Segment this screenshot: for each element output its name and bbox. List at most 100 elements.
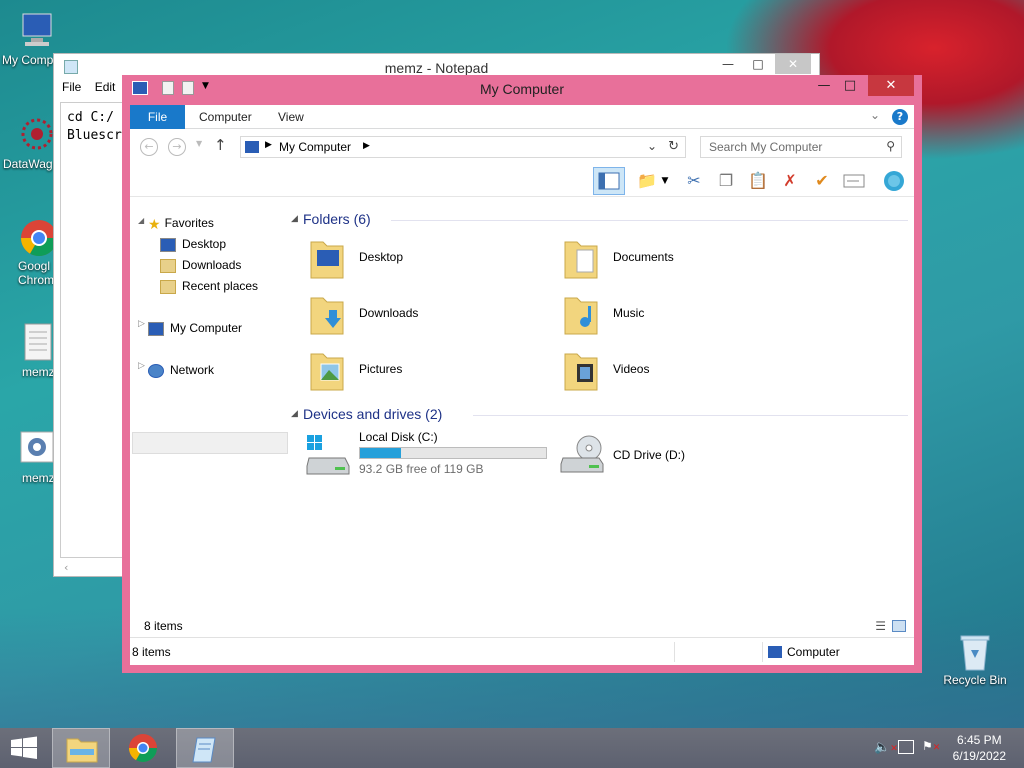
desktop-icon-label: Googl Chrom — [18, 259, 55, 287]
notepad-minimize-button[interactable]: — — [713, 54, 743, 74]
back-button[interactable]: ← — [140, 138, 158, 156]
folder-music[interactable]: Music — [555, 290, 795, 340]
volume-muted-icon[interactable]: 🔈✕ — [874, 740, 898, 755]
taskbar-notepad[interactable] — [176, 728, 234, 768]
rename-icon[interactable] — [842, 169, 866, 193]
folder-label: Documents — [613, 250, 674, 264]
folder-downloads[interactable]: Downloads — [301, 290, 541, 340]
desktop-icon-recycle-bin[interactable]: Recycle Bin — [938, 630, 1012, 687]
chevron-right-icon: ▶ — [265, 140, 272, 150]
devices-divider — [473, 415, 908, 416]
virus-icon — [17, 114, 57, 154]
folder-pictures[interactable]: Pictures — [301, 346, 541, 396]
downloads-folder-icon — [310, 297, 344, 335]
computer-icon — [768, 646, 782, 658]
delete-icon[interactable]: ✗ — [778, 169, 802, 193]
collapse-arrow-icon[interactable]: ◢ — [291, 409, 298, 419]
explorer-maximize-button[interactable]: □ — [838, 75, 862, 96]
folder-label: Pictures — [359, 362, 403, 376]
nav-item-desktop[interactable]: Desktop — [160, 234, 226, 254]
folder-documents[interactable]: Documents — [555, 234, 795, 284]
nav-label: Recent places — [182, 279, 259, 293]
address-bar[interactable]: ▶ My Computer ▶ ⌄ ↻ — [240, 136, 686, 158]
search-placeholder: Search My Computer — [709, 140, 823, 154]
forward-button[interactable]: → — [168, 138, 186, 156]
nav-item-network[interactable]: Network — [148, 360, 214, 380]
explorer-title: My Computer — [479, 81, 565, 97]
folder-label: Videos — [613, 362, 650, 376]
nav-item-my-computer[interactable]: My Computer — [148, 318, 242, 338]
item-count: 8 items — [144, 619, 183, 633]
file-explorer-icon — [66, 738, 98, 763]
drive-c[interactable]: Local Disk (C:) 93.2 GB free of 119 GB — [301, 430, 551, 480]
chrome-icon — [17, 216, 58, 257]
action-center-icon[interactable]: ⚑✕ — [922, 739, 940, 753]
drive-d[interactable]: CD Drive (D:) — [555, 430, 795, 480]
folders-header[interactable]: Folders (6) — [303, 211, 371, 227]
drive-c-usage-fill — [360, 448, 401, 458]
expand-arrow-icon[interactable]: ▷ — [138, 361, 145, 371]
nav-selection-highlight — [132, 432, 288, 454]
tab-view[interactable]: View — [264, 105, 318, 129]
status-divider — [674, 642, 675, 662]
status-divider — [762, 642, 763, 662]
nav-label: Desktop — [182, 237, 227, 251]
explorer-minimize-button[interactable]: — — [812, 75, 836, 96]
explorer-close-button[interactable]: ✕ — [868, 75, 914, 96]
scissors-icon[interactable]: ✂ — [682, 169, 706, 193]
tab-computer[interactable]: Computer — [185, 105, 266, 129]
globe-icon[interactable] — [882, 169, 906, 193]
text-file-icon — [17, 322, 57, 362]
checkmark-icon[interactable]: ✔ — [810, 169, 834, 193]
address-row: ← → ▼ ↑ ▶ My Computer ▶ ⌄ ↻ Search My Co… — [130, 129, 914, 165]
copy-icon[interactable]: ❐ — [714, 169, 738, 193]
tab-file[interactable]: File — [130, 105, 185, 129]
folder-desktop[interactable]: Desktop — [301, 234, 541, 284]
up-button[interactable]: ↑ — [214, 136, 227, 154]
nav-label: Favorites — [164, 216, 214, 230]
devices-header[interactable]: Devices and drives (2) — [303, 406, 442, 422]
paste-icon[interactable]: 📋 — [746, 169, 770, 193]
chevron-down-icon[interactable]: ▼ — [658, 169, 672, 193]
preview-pane-icon[interactable] — [593, 167, 625, 195]
downloads-folder-icon — [160, 258, 176, 273]
hard-drive-icon — [306, 435, 350, 475]
notepad-maximize-button[interactable]: □ — [743, 54, 773, 74]
start-button[interactable] — [0, 728, 48, 768]
collapse-arrow-icon[interactable]: ◢ — [291, 214, 298, 224]
refresh-icon[interactable]: ↻ — [668, 139, 679, 154]
ribbon-expand-icon[interactable]: ⌄ — [870, 108, 880, 122]
nav-item-favorites[interactable]: ★ Favorites — [148, 213, 214, 233]
notepad-menu-file[interactable]: File — [62, 80, 81, 94]
status-bar: 8 items Computer — [130, 637, 914, 665]
ribbon-tabs: File Computer View ⌄ ? — [130, 105, 914, 129]
notepad-menu-edit[interactable]: Edit — [95, 80, 116, 94]
content-pane: ◢ Folders (6) Desktop Documents Download… — [291, 198, 914, 637]
notepad-scroll-left[interactable]: ‹ — [64, 561, 68, 574]
search-box[interactable]: Search My Computer ⚲ — [700, 136, 902, 158]
nav-item-downloads[interactable]: Downloads — [160, 255, 241, 275]
expand-arrow-icon[interactable]: ◢ — [138, 216, 144, 225]
nav-item-recent-places[interactable]: Recent places — [160, 276, 258, 296]
navigation-pane: ◢ ★ Favorites Desktop Downloads Recent pl… — [130, 198, 290, 637]
clock-time: 6:45 PM — [956, 733, 1002, 747]
recent-locations-icon[interactable]: ▼ — [196, 139, 202, 148]
taskbar-chrome[interactable] — [114, 728, 172, 768]
notepad-close-button[interactable]: ✕ — [775, 54, 811, 74]
folder-options-icon[interactable]: 📁 — [635, 169, 659, 193]
system-clock[interactable]: 6:45 PM 6/19/2022 — [953, 732, 1006, 764]
help-icon[interactable]: ? — [892, 109, 908, 125]
explorer-window[interactable]: ▼ My Computer — □ ✕ File Computer View ⌄… — [122, 75, 922, 673]
details-view-icon[interactable]: ☰ — [875, 619, 886, 633]
explorer-titlebar[interactable]: ▼ My Computer — □ ✕ — [130, 75, 914, 105]
expand-arrow-icon[interactable]: ▷ — [138, 319, 145, 329]
folder-videos[interactable]: Videos — [555, 346, 795, 396]
taskbar-explorer[interactable] — [52, 728, 110, 768]
cd-drive-icon — [560, 435, 604, 473]
drive-d-label: CD Drive (D:) — [613, 448, 685, 462]
videos-folder-icon — [564, 353, 598, 391]
notepad-icon — [192, 737, 216, 763]
network-tray-icon[interactable] — [898, 740, 914, 754]
large-icons-view-icon[interactable] — [892, 620, 906, 632]
address-dropdown-icon[interactable]: ⌄ — [647, 139, 657, 153]
